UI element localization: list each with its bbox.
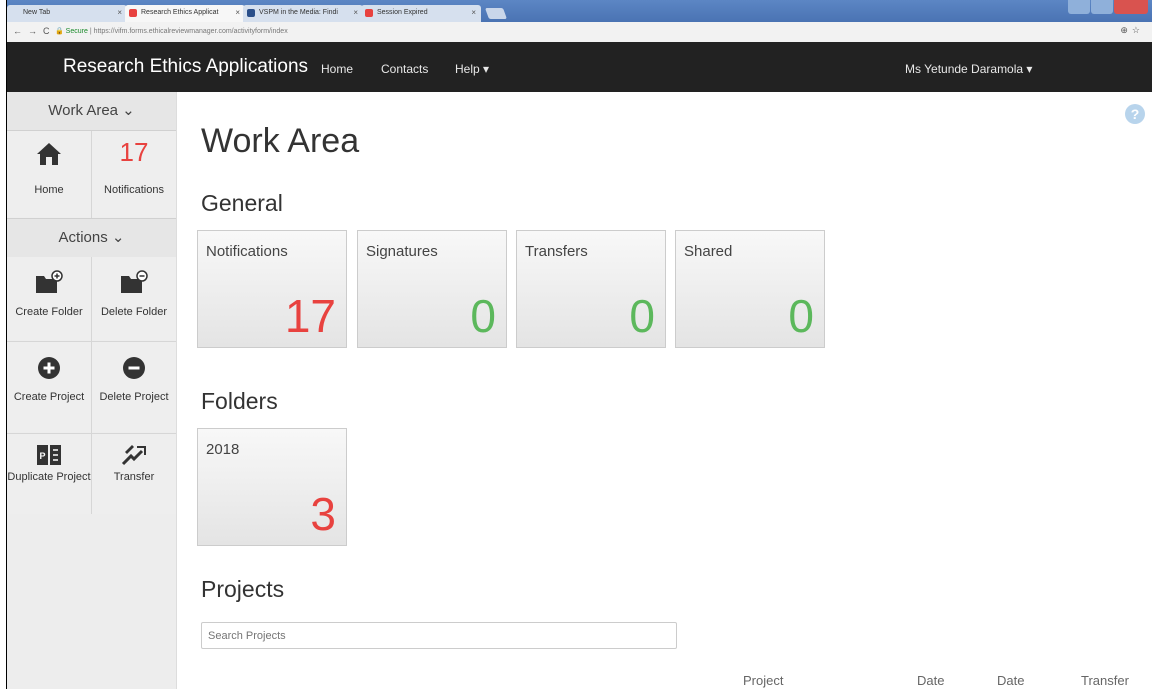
url-text: https://vifm.forms.ethicalreviewmanager.…	[93, 28, 288, 35]
card-title: Transfers	[525, 243, 588, 260]
delete-folder-button[interactable]: Delete Folder	[92, 257, 176, 340]
tab-label: Session Expired	[377, 9, 428, 16]
window-close-button[interactable]	[1114, 0, 1148, 14]
duplicate-project-label: Duplicate Project	[7, 471, 91, 483]
site-favicon-icon	[365, 9, 373, 17]
window-controls	[1067, 0, 1148, 16]
browser-nav-icons[interactable]: ←→C	[13, 26, 56, 36]
site-favicon-icon	[129, 9, 137, 17]
create-project-label: Create Project	[13, 391, 85, 403]
svg-text:P: P	[40, 451, 46, 461]
card-title: Notifications	[206, 243, 288, 260]
browser-toolbar-icons[interactable]: ⊕☆	[1120, 25, 1144, 36]
transfer-label: Transfer	[113, 471, 155, 483]
browser-tab-new-tab[interactable]: New Tab ×	[7, 5, 127, 22]
page-title: Work Area	[201, 122, 360, 160]
duplicate-icon: P	[37, 445, 61, 465]
card-title: Signatures	[366, 243, 438, 260]
help-icon[interactable]: ?	[1125, 104, 1145, 124]
divider	[91, 257, 92, 514]
nav-home-link[interactable]: Home	[321, 62, 353, 76]
folder-title: 2018	[206, 441, 240, 458]
folder-minus-icon	[121, 270, 148, 293]
home-label: Home	[34, 184, 64, 196]
transfers-card[interactable]: Transfers 0	[516, 230, 666, 348]
browser-tab-strip: New Tab × Research Ethics Applicat × VSP…	[7, 0, 1152, 22]
notifications-card[interactable]: Notifications 17	[197, 230, 347, 348]
work-area-menu[interactable]: Work Area ⌄	[7, 92, 176, 131]
notifications-count: 17	[119, 137, 149, 167]
tab-label: Research Ethics Applicat	[141, 9, 219, 16]
projects-heading: Projects	[201, 576, 285, 602]
card-value: 17	[284, 290, 336, 342]
create-folder-label: Create Folder	[15, 306, 83, 318]
notifications-label: Notifications	[104, 184, 164, 196]
divider	[7, 433, 176, 434]
general-heading: General	[201, 190, 283, 216]
actions-menu[interactable]: Actions ⌄	[7, 218, 176, 258]
divider	[91, 131, 92, 218]
minimize-button[interactable]	[1068, 0, 1090, 14]
plus-circle-icon	[38, 357, 60, 379]
address-bar: ←→C 🔒 Secure | https://vifm.forms.ethica…	[7, 22, 1152, 43]
nav-help-menu[interactable]: Help ▾	[455, 62, 489, 76]
transfer-button[interactable]: Transfer	[92, 434, 176, 514]
close-icon[interactable]: ×	[235, 8, 240, 17]
app-navbar: Research Ethics Applications Home Contac…	[7, 42, 1152, 92]
card-value: 0	[470, 290, 496, 342]
shared-card[interactable]: Shared 0	[675, 230, 825, 348]
search-projects-input[interactable]	[201, 622, 677, 649]
create-project-button[interactable]: Create Project	[7, 342, 91, 432]
browser-tab-session-expired[interactable]: Session Expired ×	[361, 5, 481, 22]
sidebar-home-button[interactable]: Home	[7, 131, 91, 217]
tab-label: New Tab	[23, 9, 51, 16]
delete-project-label: Delete Project	[99, 391, 169, 403]
folder-plus-icon	[36, 270, 63, 293]
column-header-date[interactable]: Date	[997, 674, 1024, 688]
app-brand[interactable]: Research Ethics Applications	[63, 56, 308, 78]
card-value: 0	[629, 290, 655, 342]
nav-contacts-link[interactable]: Contacts	[381, 62, 428, 76]
main-content: ? Work Area General Notifications 17 Sig…	[177, 92, 1152, 689]
close-icon[interactable]: ×	[471, 8, 476, 17]
signatures-card[interactable]: Signatures 0	[357, 230, 507, 348]
close-icon[interactable]: ×	[117, 8, 122, 17]
card-value: 0	[788, 290, 814, 342]
secure-label: Secure	[65, 28, 88, 35]
home-icon	[37, 143, 61, 165]
divider	[7, 341, 176, 342]
browser-tab-research-ethics[interactable]: Research Ethics Applicat ×	[125, 5, 245, 22]
delete-project-button[interactable]: Delete Project	[92, 342, 176, 432]
card-title: Shared	[684, 243, 733, 260]
user-menu[interactable]: Ms Yetunde Daramola ▾	[905, 62, 1032, 76]
folder-count: 3	[310, 488, 336, 540]
transfer-icon	[121, 445, 146, 466]
browser-window: New Tab × Research Ethics Applicat × VSP…	[6, 0, 1152, 689]
maximize-button[interactable]	[1091, 0, 1113, 14]
delete-folder-label: Delete Folder	[100, 306, 168, 318]
sidebar: Work Area ⌄ Home 17 Notifications Action…	[7, 92, 177, 689]
column-header-transfer[interactable]: Transfer	[1081, 674, 1129, 688]
column-header-project[interactable]: Project	[743, 674, 783, 688]
tab-label: VSPM in the Media: Findi	[259, 9, 338, 16]
url-field[interactable]: 🔒 Secure | https://vifm.forms.ethicalrev…	[55, 25, 1035, 38]
sidebar-notifications-button[interactable]: 17 Notifications	[92, 131, 176, 217]
folder-card-2018[interactable]: 2018 3	[197, 428, 347, 546]
browser-tab-vspm[interactable]: VSPM in the Media: Findi ×	[243, 5, 363, 22]
site-favicon-icon	[247, 9, 255, 17]
column-header-date[interactable]: Date	[917, 674, 944, 688]
close-icon[interactable]: ×	[353, 8, 358, 17]
folders-heading: Folders	[201, 388, 278, 414]
create-folder-button[interactable]: Create Folder	[7, 257, 91, 340]
lock-icon: 🔒	[55, 28, 64, 35]
new-tab-button[interactable]	[484, 8, 508, 19]
duplicate-project-button[interactable]: P Duplicate Project	[7, 434, 91, 514]
minus-circle-icon	[123, 357, 145, 379]
